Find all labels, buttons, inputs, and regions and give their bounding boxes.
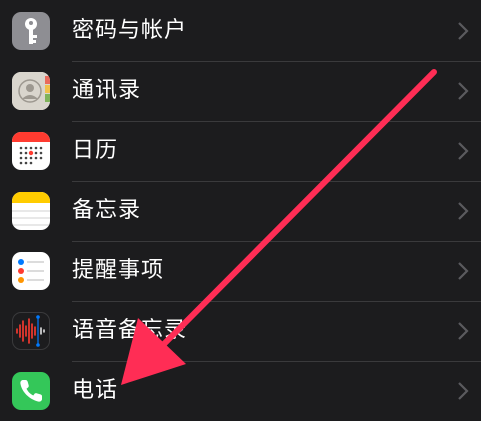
chevron-right-icon xyxy=(458,382,469,400)
settings-row-reminders[interactable]: 提醒事项 xyxy=(0,241,481,301)
settings-list: 密码与帐户 通讯录 日历 备忘录 提醒事项 语音备忘录 电话 xyxy=(0,0,481,419)
settings-row-label: 备忘录 xyxy=(72,198,142,223)
settings-row-label: 提醒事项 xyxy=(72,258,165,283)
settings-row-label: 通讯录 xyxy=(72,78,142,103)
settings-row-label: 日历 xyxy=(72,138,119,163)
settings-row-voice-memos[interactable]: 语音备忘录 xyxy=(0,301,481,361)
reminders-icon xyxy=(12,252,50,290)
chevron-right-icon xyxy=(458,322,469,340)
settings-row-label: 语音备忘录 xyxy=(72,318,188,343)
chevron-right-icon xyxy=(458,82,469,100)
settings-row-label: 电话 xyxy=(72,378,119,403)
voice-memos-icon xyxy=(12,312,50,350)
chevron-right-icon xyxy=(458,262,469,280)
settings-row-notes[interactable]: 备忘录 xyxy=(0,181,481,241)
chevron-right-icon xyxy=(458,22,469,40)
settings-row-phone[interactable]: 电话 xyxy=(0,361,481,421)
chevron-right-icon xyxy=(458,142,469,160)
settings-row-passwords-accounts[interactable]: 密码与帐户 xyxy=(0,1,481,61)
notes-icon xyxy=(12,192,50,230)
settings-row-label: 密码与帐户 xyxy=(72,18,188,43)
calendar-icon xyxy=(12,132,50,170)
settings-row-contacts[interactable]: 通讯录 xyxy=(0,61,481,121)
contacts-icon xyxy=(12,72,50,110)
chevron-right-icon xyxy=(458,202,469,220)
phone-icon xyxy=(12,372,50,410)
key-icon xyxy=(12,12,50,50)
settings-row-calendar[interactable]: 日历 xyxy=(0,121,481,181)
